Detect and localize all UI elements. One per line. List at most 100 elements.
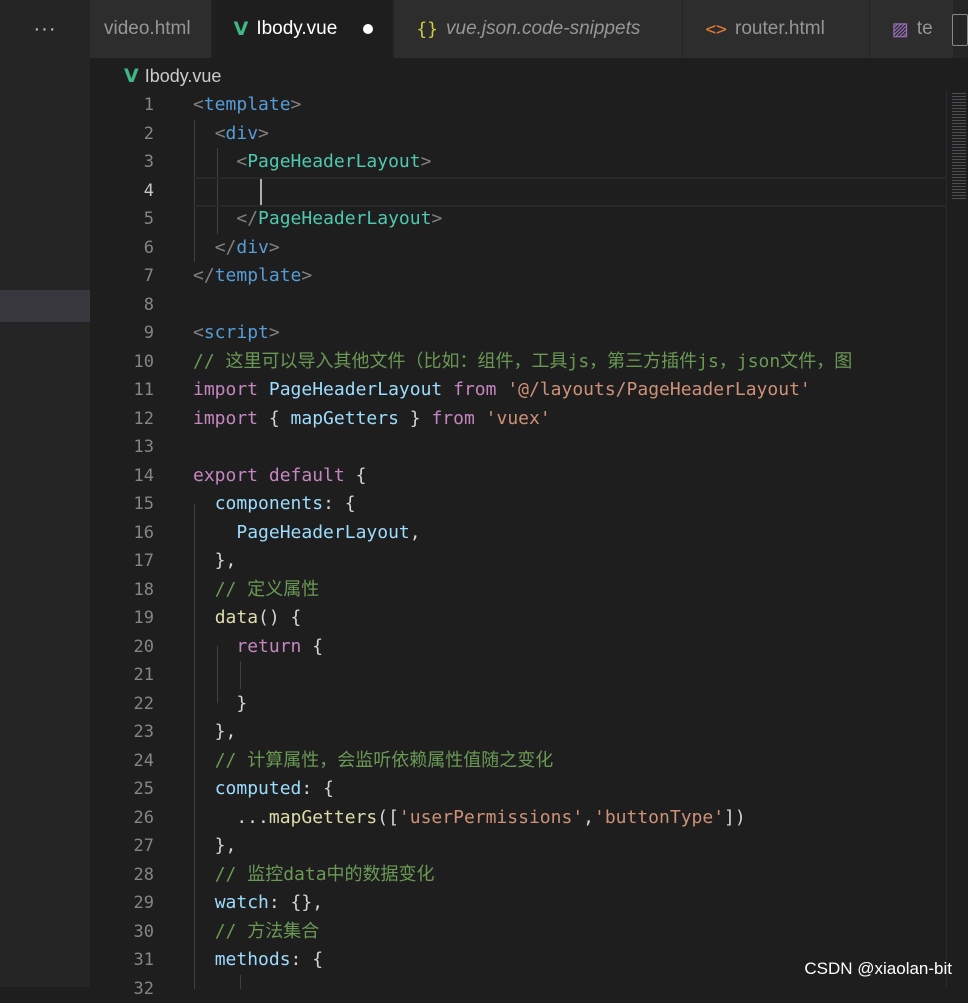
tab-router-html[interactable]: <> router.html: [683, 0, 869, 58]
code-line[interactable]: 12 import { mapGetters } from 'vuex': [90, 405, 946, 434]
code-token: [193, 579, 215, 600]
breadcrumb: V Ibody.vue: [124, 63, 221, 89]
tab-label: vue.json.code-snippets: [446, 18, 640, 40]
code-line[interactable]: 15 components: {: [90, 490, 946, 519]
line-number: 4: [90, 177, 154, 206]
code-token: </: [236, 208, 258, 229]
code-text: computed: {: [193, 775, 334, 804]
code-line[interactable]: 18 // 定义属性: [90, 576, 946, 605]
code-line[interactable]: 20 return {: [90, 633, 946, 662]
code-token: [193, 493, 215, 514]
code-token: 'vuex': [486, 408, 551, 429]
tab-video-html[interactable]: video.html: [90, 0, 212, 58]
code-line[interactable]: 28 // 监控data中的数据变化: [90, 861, 946, 890]
code-token: // 监控data中的数据变化: [215, 864, 435, 885]
code-token: 'buttonType': [594, 807, 724, 828]
line-number: 12: [90, 405, 154, 434]
code-token: >: [301, 265, 312, 286]
line-number: 29: [90, 889, 154, 918]
code-line[interactable]: 1<template>: [90, 91, 946, 120]
line-number: 17: [90, 547, 154, 576]
code-line[interactable]: 27 },: [90, 832, 946, 861]
code-text: watch: {},: [193, 889, 323, 918]
code-token: mapGetters: [291, 408, 399, 429]
code-token: [193, 208, 236, 229]
code-text: </PageHeaderLayout>: [193, 205, 442, 234]
code-line[interactable]: 25 computed: {: [90, 775, 946, 804]
code-token: [193, 123, 215, 144]
code-line[interactable]: 14export default {: [90, 462, 946, 491]
code-line[interactable]: 10// 这里可以导入其他文件（比如：组件，工具js，第三方插件js，json文…: [90, 348, 946, 377]
code-line[interactable]: 5 </PageHeaderLayout>: [90, 205, 946, 234]
code-token: import: [193, 408, 258, 429]
code-token: >: [269, 237, 280, 258]
code-token: },: [193, 835, 236, 856]
code-text: // 这里可以导入其他文件（比如：组件，工具js，第三方插件js，json文件，…: [193, 348, 852, 377]
line-number: 16: [90, 519, 154, 548]
text-caret: [260, 179, 262, 205]
tab-te[interactable]: ▨ te: [870, 0, 954, 58]
code-token: <: [193, 94, 204, 115]
line-number: 24: [90, 747, 154, 776]
code-token: watch: [215, 892, 269, 913]
code-token: [258, 379, 269, 400]
breadcrumb-file[interactable]: Ibody.vue: [145, 66, 222, 87]
code-token: // 方法集合: [215, 921, 320, 942]
code-line[interactable]: 3 <PageHeaderLayout>: [90, 148, 946, 177]
code-text: methods: {: [193, 946, 323, 975]
tab-vue-json-code-snippets[interactable]: {} vue.json.code-snippets: [394, 0, 683, 58]
modified-dot-icon[interactable]: [363, 24, 373, 34]
code-text: data() {: [193, 604, 301, 633]
code-token: >: [291, 94, 302, 115]
code-text: import PageHeaderLayout from '@/layouts/…: [193, 376, 811, 405]
code-token: }: [193, 693, 247, 714]
code-token: [193, 921, 215, 942]
code-line[interactable]: 7</template>: [90, 262, 946, 291]
code-line[interactable]: 24 // 计算属性，会监听依赖属性值随之变化: [90, 747, 946, 776]
code-line[interactable]: 6 </div>: [90, 234, 946, 263]
code-token: PageHeaderLayout: [236, 522, 409, 543]
tab-ibody-vue[interactable]: V Ibody.vue: [212, 0, 395, 58]
code-line[interactable]: 23 },: [90, 718, 946, 747]
code-line[interactable]: 29 watch: {},: [90, 889, 946, 918]
code-token: }: [399, 408, 432, 429]
code-token: from: [431, 408, 474, 429]
code-token: {: [258, 408, 291, 429]
code-text: <script>: [193, 319, 280, 348]
code-line[interactable]: 11import PageHeaderLayout from '@/layout…: [90, 376, 946, 405]
more-actions-button[interactable]: ···: [0, 0, 90, 58]
tab-scroll-indicator[interactable]: [952, 14, 968, 46]
code-line[interactable]: 17 },: [90, 547, 946, 576]
code-token: // 定义属性: [215, 579, 320, 600]
code-line[interactable]: 9<script>: [90, 319, 946, 348]
line-number: 3: [90, 148, 154, 177]
code-line[interactable]: 26 ...mapGetters(['userPermissions','but…: [90, 804, 946, 833]
code-token: () {: [258, 607, 301, 628]
code-line[interactable]: 13: [90, 433, 946, 462]
code-token: {: [345, 465, 367, 486]
code-text: export default {: [193, 462, 366, 491]
code-line[interactable]: 8: [90, 291, 946, 320]
code-token: PageHeaderLayout: [269, 379, 442, 400]
sidebar-selected-row[interactable]: [0, 290, 90, 322]
code-line[interactable]: 30 // 方法集合: [90, 918, 946, 947]
code-editor[interactable]: 1<template>2 <div>3 <PageHeaderLayout>45…: [90, 91, 946, 987]
code-token: methods: [215, 949, 291, 970]
code-token: mapGetters: [269, 807, 377, 828]
code-token: [193, 636, 236, 657]
vertical-scrollbar[interactable]: [946, 91, 968, 987]
code-line[interactable]: 4: [90, 177, 946, 206]
code-line[interactable]: 22 }: [90, 690, 946, 719]
tab-label: video.html: [104, 18, 191, 40]
code-token: export: [193, 465, 258, 486]
code-token: </: [215, 237, 237, 258]
code-token: [193, 778, 215, 799]
line-number: 2: [90, 120, 154, 149]
code-text: return {: [193, 633, 323, 662]
code-line[interactable]: 21: [90, 661, 946, 690]
code-line[interactable]: 19 data() {: [90, 604, 946, 633]
explorer-sidebar: [0, 0, 90, 987]
code-line[interactable]: 16 PageHeaderLayout,: [90, 519, 946, 548]
code-token: [258, 465, 269, 486]
code-line[interactable]: 2 <div>: [90, 120, 946, 149]
